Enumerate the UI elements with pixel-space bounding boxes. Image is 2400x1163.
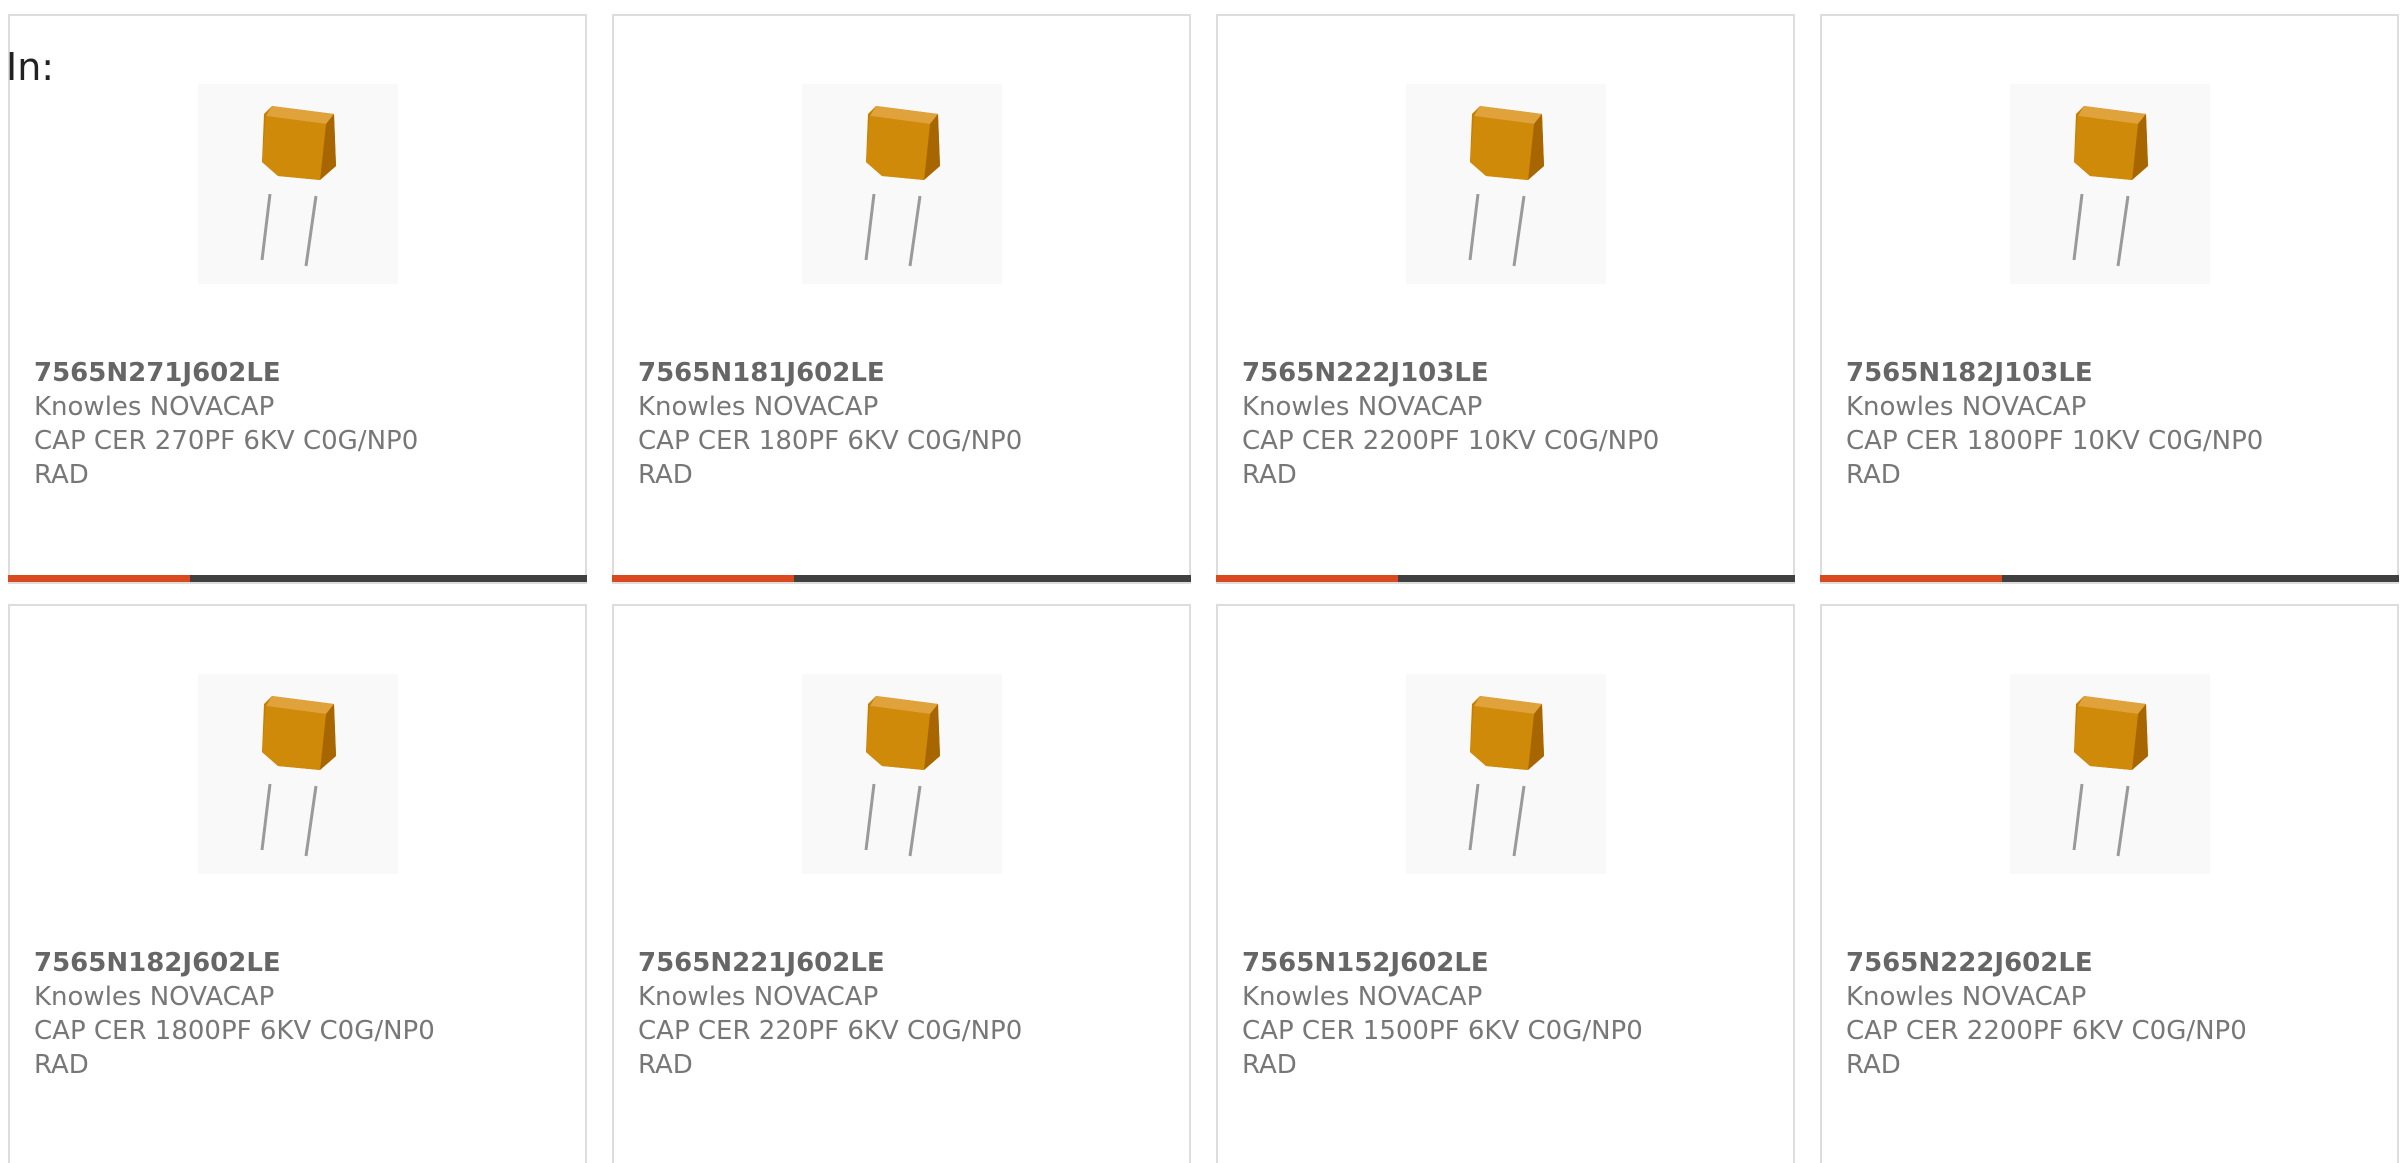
radial-ceramic-capacitor-icon[interactable]	[198, 84, 398, 284]
radial-ceramic-capacitor-icon[interactable]	[198, 674, 398, 874]
product-info: 7565N181J602LE Knowles NOVACAP CAP CER 1…	[638, 356, 1165, 492]
part-number[interactable]: 7565N181J602LE	[638, 356, 1165, 390]
progress-bar	[1820, 575, 2399, 582]
part-number[interactable]: 7565N271J602LE	[34, 356, 561, 390]
part-number[interactable]: 7565N182J103LE	[1846, 356, 2373, 390]
manufacturer: Knowles NOVACAP	[1846, 982, 2087, 1012]
product-card[interactable]: 7565N222J103LE Knowles NOVACAP CAP CER 2…	[1216, 14, 1795, 584]
description: CAP CER 2200PF 10KV C0G/NP0	[1242, 426, 1660, 456]
description: CAP CER 270PF 6KV C0G/NP0	[34, 426, 419, 456]
product-grid: 7565N271J602LE Knowles NOVACAP CAP CER 2…	[8, 14, 2399, 1163]
package: RAD	[1846, 1050, 1901, 1080]
manufacturer: Knowles NOVACAP	[638, 392, 879, 422]
progress-bar	[1216, 575, 1795, 582]
description: CAP CER 180PF 6KV C0G/NP0	[638, 426, 1023, 456]
part-number[interactable]: 7565N222J602LE	[1846, 946, 2373, 980]
progress-bar	[8, 575, 587, 582]
product-info: 7565N271J602LE Knowles NOVACAP CAP CER 2…	[34, 356, 561, 492]
description: CAP CER 1500PF 6KV C0G/NP0	[1242, 1016, 1643, 1046]
progress-fill	[8, 575, 191, 582]
product-info: 7565N152J602LE Knowles NOVACAP CAP CER 1…	[1242, 946, 1769, 1082]
progress-bar	[612, 575, 1191, 582]
product-info: 7565N182J103LE Knowles NOVACAP CAP CER 1…	[1846, 356, 2373, 492]
package: RAD	[34, 1050, 89, 1080]
filter-in-label: In:	[6, 45, 55, 89]
product-card[interactable]: 7565N182J602LE Knowles NOVACAP CAP CER 1…	[8, 604, 587, 1163]
package: RAD	[638, 1050, 693, 1080]
progress-fill	[612, 575, 795, 582]
radial-ceramic-capacitor-icon[interactable]	[1406, 84, 1606, 284]
product-card[interactable]: 7565N182J103LE Knowles NOVACAP CAP CER 1…	[1820, 14, 2399, 584]
radial-ceramic-capacitor-icon[interactable]	[1406, 674, 1606, 874]
progress-fill	[1820, 575, 2003, 582]
product-card[interactable]: 7565N271J602LE Knowles NOVACAP CAP CER 2…	[8, 14, 587, 584]
package: RAD	[1242, 460, 1297, 490]
manufacturer: Knowles NOVACAP	[1242, 982, 1483, 1012]
radial-ceramic-capacitor-icon[interactable]	[802, 84, 1002, 284]
package: RAD	[34, 460, 89, 490]
package: RAD	[1846, 460, 1901, 490]
product-results-page: In: 7565N271J602LE Knowles NOVACAP CAP C…	[0, 0, 2400, 1163]
description: CAP CER 220PF 6KV C0G/NP0	[638, 1016, 1023, 1046]
description: CAP CER 1800PF 6KV C0G/NP0	[34, 1016, 435, 1046]
part-number[interactable]: 7565N221J602LE	[638, 946, 1165, 980]
part-number[interactable]: 7565N222J103LE	[1242, 356, 1769, 390]
manufacturer: Knowles NOVACAP	[34, 392, 275, 422]
radial-ceramic-capacitor-icon[interactable]	[802, 674, 1002, 874]
description: CAP CER 2200PF 6KV C0G/NP0	[1846, 1016, 2247, 1046]
product-info: 7565N222J103LE Knowles NOVACAP CAP CER 2…	[1242, 356, 1769, 492]
radial-ceramic-capacitor-icon[interactable]	[2010, 674, 2210, 874]
description: CAP CER 1800PF 10KV C0G/NP0	[1846, 426, 2264, 456]
radial-ceramic-capacitor-icon[interactable]	[2010, 84, 2210, 284]
progress-fill	[1216, 575, 1399, 582]
manufacturer: Knowles NOVACAP	[1242, 392, 1483, 422]
manufacturer: Knowles NOVACAP	[1846, 392, 2087, 422]
manufacturer: Knowles NOVACAP	[34, 982, 275, 1012]
product-card[interactable]: 7565N152J602LE Knowles NOVACAP CAP CER 1…	[1216, 604, 1795, 1163]
part-number[interactable]: 7565N152J602LE	[1242, 946, 1769, 980]
product-info: 7565N222J602LE Knowles NOVACAP CAP CER 2…	[1846, 946, 2373, 1082]
part-number[interactable]: 7565N182J602LE	[34, 946, 561, 980]
manufacturer: Knowles NOVACAP	[638, 982, 879, 1012]
package: RAD	[638, 460, 693, 490]
product-info: 7565N221J602LE Knowles NOVACAP CAP CER 2…	[638, 946, 1165, 1082]
product-card[interactable]: 7565N221J602LE Knowles NOVACAP CAP CER 2…	[612, 604, 1191, 1163]
product-card[interactable]: 7565N181J602LE Knowles NOVACAP CAP CER 1…	[612, 14, 1191, 584]
product-info: 7565N182J602LE Knowles NOVACAP CAP CER 1…	[34, 946, 561, 1082]
product-card[interactable]: 7565N222J602LE Knowles NOVACAP CAP CER 2…	[1820, 604, 2399, 1163]
package: RAD	[1242, 1050, 1297, 1080]
